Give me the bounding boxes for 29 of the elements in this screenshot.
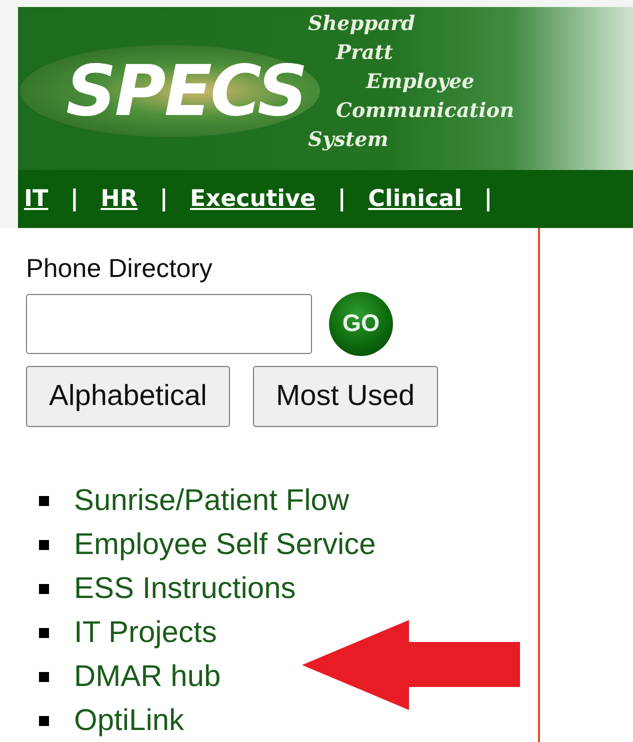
link[interactable]: Employee Self Service (74, 525, 376, 565)
nav-separator: | (338, 184, 346, 214)
bullet-icon (39, 584, 49, 594)
bullet-icon (39, 672, 49, 682)
link[interactable]: IT Projects (74, 613, 217, 653)
tagline-text: Employee (366, 68, 476, 95)
bullet-icon (39, 496, 49, 506)
nav-link[interactable]: HR (100, 182, 138, 216)
nav-separator: | (70, 184, 79, 214)
tagline-text: Pratt (336, 39, 394, 66)
bullet-icon (39, 716, 49, 726)
directory-button[interactable]: Most Used (253, 366, 438, 427)
bullet-icon (39, 540, 49, 550)
nav-separator: | (160, 184, 168, 214)
link[interactable]: DMAR hub (74, 657, 221, 697)
directory-button[interactable]: Alphabetical (26, 366, 230, 427)
tagline-text: Communication (336, 97, 514, 124)
tagline-text: Sheppard (308, 10, 416, 37)
nav-link[interactable]: Clinical (368, 182, 462, 216)
search-field[interactable] (26, 294, 312, 354)
go-button[interactable]: GO (329, 292, 393, 356)
nav-link[interactable]: IT (24, 182, 48, 216)
bullet-icon (39, 628, 49, 638)
link[interactable]: OptiLink (74, 701, 184, 741)
phone-directory-label: Phone Directory (26, 252, 214, 285)
nav-separator: | (484, 184, 492, 214)
link[interactable]: ESS Instructions (74, 569, 296, 609)
nav-link[interactable]: Executive (190, 182, 316, 216)
link[interactable]: Sunrise/Patient Flow (74, 481, 350, 521)
